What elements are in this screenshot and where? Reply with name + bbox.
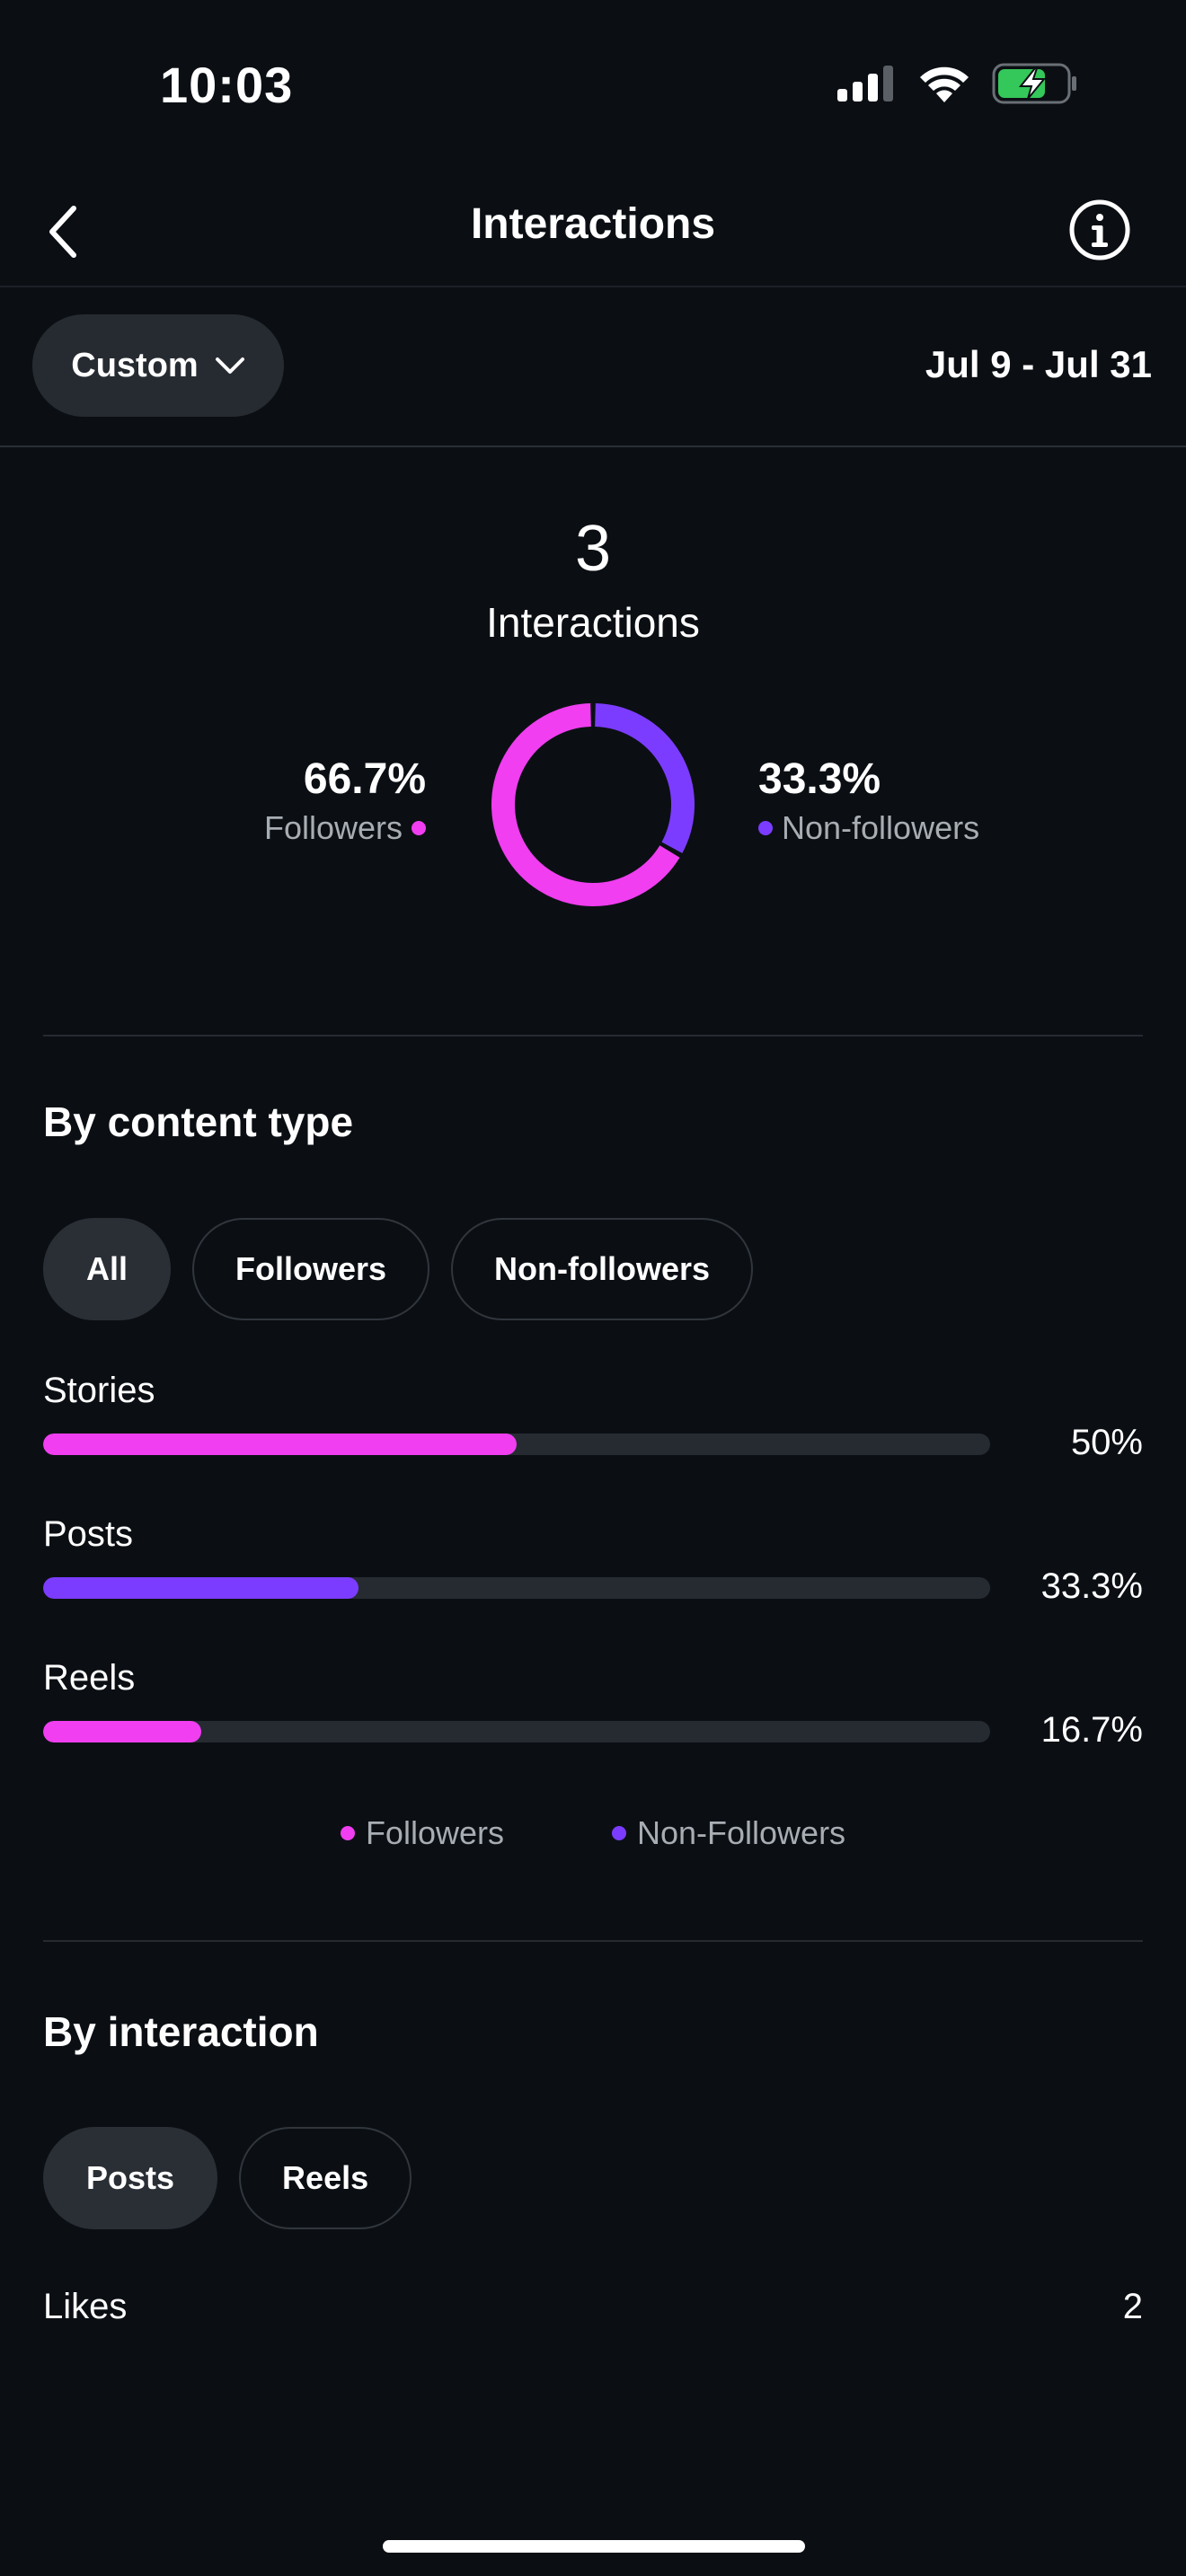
wifi-icon <box>920 66 969 102</box>
legend-dot-icon <box>611 1826 626 1840</box>
total-interactions-count: 3 <box>574 513 612 585</box>
followers-dot-icon <box>412 821 426 835</box>
interaction-title: By interaction <box>43 2008 319 2055</box>
non-followers-dot-icon <box>758 821 773 835</box>
content-row-value: 16.7% <box>1040 1710 1143 1750</box>
date-range-dropdown[interactable]: Custom <box>32 314 284 417</box>
interactions-summary: 3 Interactions <box>0 512 1186 647</box>
interaction-row-likes: Likes 2 <box>43 2287 1143 2327</box>
bar-fill-stories <box>43 1434 517 1455</box>
page-title: Interactions <box>470 200 716 248</box>
chevron-down-icon <box>215 357 244 374</box>
date-range-dropdown-label: Custom <box>71 346 199 384</box>
content-type-legend: Followers Non-Followers <box>0 1814 1186 1852</box>
home-indicator[interactable] <box>383 2540 805 2553</box>
interaction-tabs: Posts Reels <box>43 2127 412 2229</box>
tab-posts[interactable]: Posts <box>43 2127 218 2229</box>
interaction-row-value: 2 <box>1122 2287 1143 2326</box>
content-row-stories: Stories 50% <box>43 1371 1143 1478</box>
legend-item-followers: Followers <box>340 1814 504 1852</box>
content-row-reels: Reels 16.7% <box>43 1658 1143 1766</box>
audience-donut-chart <box>491 702 695 907</box>
battery-charging-icon <box>992 63 1076 104</box>
section-divider <box>43 1035 1143 1037</box>
donut-svg <box>491 703 695 906</box>
non-followers-percent: 33.3% <box>758 755 881 803</box>
cellular-signal-icon <box>837 66 893 101</box>
tab-reels[interactable]: Reels <box>239 2127 412 2229</box>
date-range-text: Jul 9 - Jul 31 <box>925 343 1152 385</box>
bar-track <box>43 1721 990 1742</box>
non-followers-share: 33.3% Non-followers <box>758 754 979 847</box>
content-row-posts: Posts 33.3% <box>43 1514 1143 1622</box>
content-row-value: 33.3% <box>1040 1566 1143 1606</box>
bar-fill-reels <box>43 1721 202 1742</box>
info-icon <box>1069 199 1130 260</box>
section-divider <box>43 1940 1143 1942</box>
non-followers-label: Non-followers <box>782 809 980 846</box>
legend-label: Followers <box>365 1814 504 1851</box>
info-button[interactable] <box>1064 194 1136 266</box>
content-row-label: Reels <box>43 1658 136 1698</box>
status-icons <box>837 63 1078 104</box>
status-time: 10:03 <box>160 57 294 113</box>
nav-bar: Interactions <box>0 171 1186 287</box>
filter-chip-all[interactable]: All <box>43 1218 172 1320</box>
legend-label: Non-Followers <box>636 1814 846 1851</box>
bar-track <box>43 1577 990 1599</box>
donut-segment-non-followers <box>594 703 695 853</box>
filter-bar: Custom Jul 9 - Jul 31 <box>0 287 1186 447</box>
content-type-filters: All Followers Non-followers <box>43 1218 754 1320</box>
bar-fill-posts <box>43 1577 358 1599</box>
total-interactions-label: Interactions <box>486 599 700 646</box>
filter-chip-followers[interactable]: Followers <box>192 1218 430 1320</box>
followers-share: 66.7% Followers <box>264 754 426 847</box>
followers-percent: 66.7% <box>303 755 426 803</box>
status-bar: 10:03 <box>0 0 1186 171</box>
interaction-row-label: Likes <box>43 2287 128 2326</box>
legend-item-non-followers: Non-Followers <box>611 1814 846 1852</box>
content-type-title: By content type <box>43 1098 354 1145</box>
followers-label: Followers <box>263 809 403 846</box>
content-row-value: 50% <box>1070 1423 1143 1462</box>
content-row-label: Posts <box>43 1514 134 1554</box>
content-row-label: Stories <box>43 1371 155 1410</box>
bar-track <box>43 1434 990 1455</box>
filter-chip-non-followers[interactable]: Non-followers <box>451 1218 754 1320</box>
legend-dot-icon <box>340 1826 355 1840</box>
